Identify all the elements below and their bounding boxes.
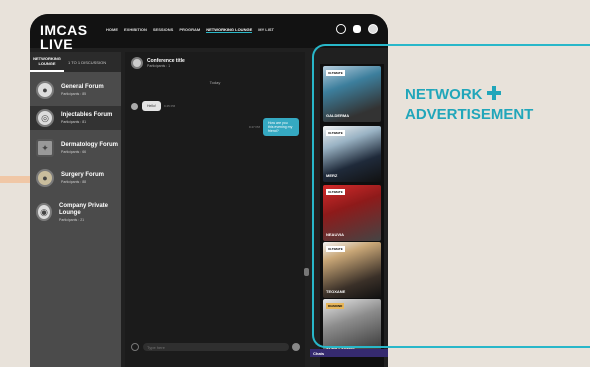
incoming-message: Hello! 9:45 PM	[131, 101, 175, 111]
nav-sessions[interactable]: SESSIONS	[153, 27, 173, 33]
top-navigation-bar: IMCAS LIVE WORLD CONGRESS 2021 HOME EXHI…	[30, 14, 388, 57]
forum-icon: ◎	[36, 109, 54, 127]
forum-name: Surgery Forum	[61, 172, 105, 178]
date-divider: Today	[209, 80, 221, 85]
top-icons	[336, 24, 378, 34]
sidebar-tabs: NETWORKING LOUNGE 1 TO 1 DISCUSSION	[30, 52, 121, 72]
incoming-time: 9:45 PM	[163, 104, 176, 108]
forum-icon: ◉	[36, 203, 52, 221]
outgoing-time: 9:47 PM	[248, 125, 260, 129]
send-icon[interactable]	[292, 343, 300, 351]
forum-name: Injectables Forum	[61, 112, 113, 118]
chat-panel: Conference title Participants : 1 Today …	[125, 52, 305, 367]
main-nav: HOME EXHIBITION SESSIONS PROGRAM NETWORK…	[106, 27, 274, 33]
forum-participants: Participants : 85	[61, 92, 87, 96]
plus-icon	[486, 86, 501, 101]
message-composer	[131, 342, 301, 352]
lock-icon: 🔒	[30, 206, 31, 212]
nav-home[interactable]: HOME	[106, 27, 118, 33]
imcas-live-logo[interactable]: IMCAS LIVE WORLD CONGRESS 2021	[40, 23, 102, 57]
message-input[interactable]	[143, 343, 289, 351]
search-icon[interactable]	[336, 24, 346, 34]
forum-icon: ✦	[36, 139, 54, 157]
chat-participants: Participants : 1	[147, 64, 171, 68]
forum-participants: Participants : 88	[61, 180, 87, 184]
conference-icon	[131, 57, 143, 69]
outgoing-bubble: How are you this evening my friend?	[263, 118, 299, 136]
forum-item-company-private-lounge[interactable]: 🔒 ◉ Company Private Lounge Participants …	[30, 196, 121, 228]
panel-collapse-handle[interactable]	[304, 268, 309, 276]
networking-sidebar: NETWORKING LOUNGE 1 TO 1 DISCUSSION ● Ge…	[30, 52, 121, 367]
forum-icon: ●	[36, 81, 54, 99]
forum-item-injectables[interactable]: ◎ Injectables Forum Participants : 81	[30, 106, 121, 130]
forum-item-general[interactable]: ● General Forum Participants : 85	[30, 78, 121, 102]
forum-participants: Participants : 21	[59, 217, 85, 222]
forum-name: Company Private Lounge	[59, 202, 109, 216]
logo-text: IMCAS LIVE	[40, 22, 88, 52]
annotation-network: NETWORK	[405, 86, 483, 103]
nav-my-list[interactable]: MY LIST	[258, 27, 274, 33]
forum-item-surgery[interactable]: ● Surgery Forum Participants : 88	[30, 166, 121, 190]
annotation-label: NETWORK ADVERTISEMENT	[405, 85, 533, 125]
nav-networking-lounge[interactable]: NETWORKING LOUNGE	[206, 27, 253, 33]
attachment-icon[interactable]	[131, 343, 139, 351]
tab-one-to-one-discussion[interactable]: 1 TO 1 DISCUSSION	[64, 52, 106, 72]
notification-icon[interactable]	[353, 25, 361, 33]
forum-item-dermatology[interactable]: ✦ Dermatology Forum Participants : 66	[30, 134, 121, 162]
chat-header: Conference title Participants : 1	[125, 52, 305, 74]
nav-program[interactable]: PROGRAM	[179, 27, 200, 33]
forum-participants: Participants : 66	[61, 150, 87, 154]
tab-networking-lounge[interactable]: NETWORKING LOUNGE	[30, 52, 64, 72]
incoming-bubble: Hello!	[142, 101, 161, 111]
annotation-advertisement: ADVERTISEMENT	[405, 106, 534, 123]
chats-button[interactable]: Chats	[310, 349, 388, 357]
forum-name: General Forum	[61, 84, 104, 90]
user-avatar[interactable]	[368, 24, 378, 34]
sender-avatar	[131, 102, 138, 110]
forum-name: Dermatology Forum	[61, 142, 119, 148]
nav-exhibition[interactable]: EXHIBITION	[124, 27, 147, 33]
forum-participants: Participants : 81	[61, 120, 87, 124]
forum-icon: ●	[36, 169, 54, 187]
